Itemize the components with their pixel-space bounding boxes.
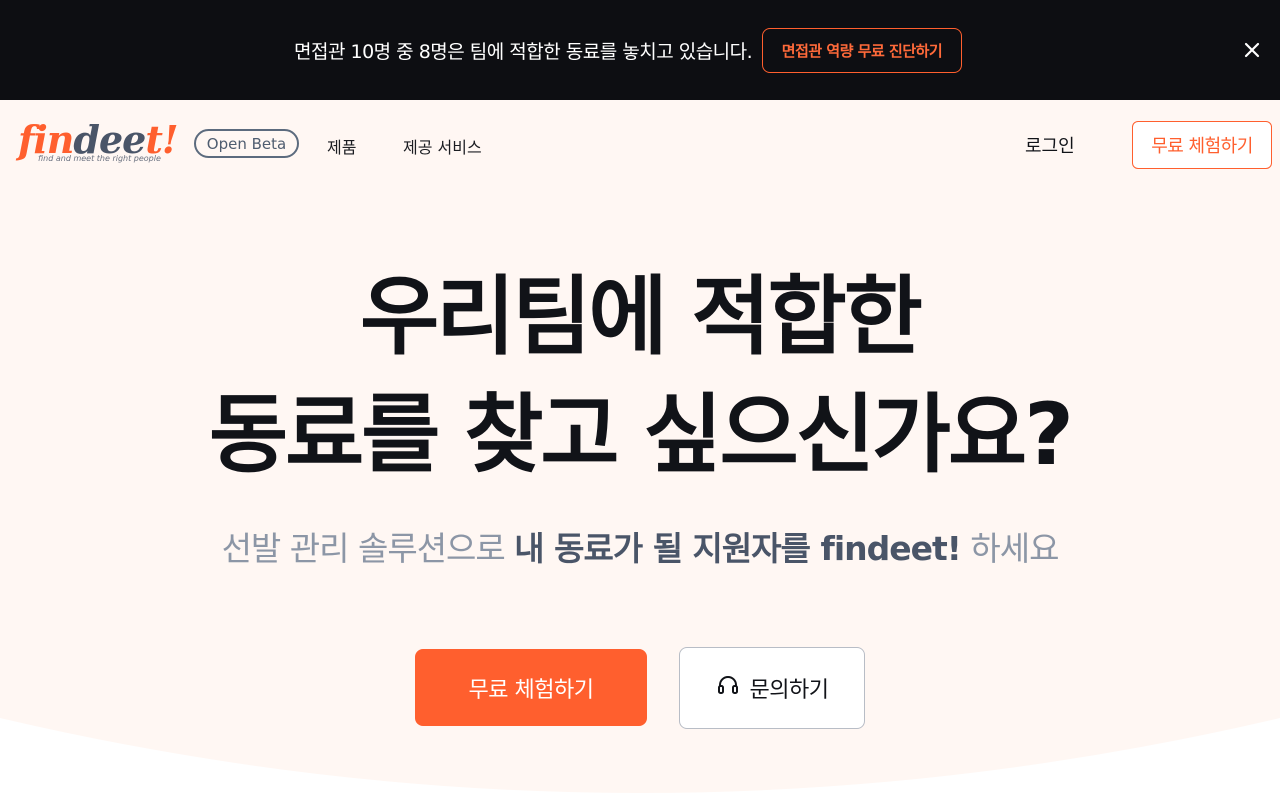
- hero-title: 우리팀에 적합한 동료를 찾고 싶으신가요?: [0, 258, 1280, 494]
- free-diagnosis-button[interactable]: 면접관 역량 무료 진단하기: [762, 28, 962, 73]
- free-trial-button[interactable]: 무료 체험하기: [415, 649, 647, 726]
- hero-title-line-1: 우리팀에 적합한: [360, 267, 923, 367]
- open-beta-badge: Open Beta: [194, 129, 299, 158]
- hero-subtitle: 선발 관리 솔루션으로 내 동료가 될 지원자를 findeet! 하세요: [0, 522, 1280, 570]
- login-link[interactable]: 로그인: [1025, 132, 1075, 158]
- hero-bottom-curve: [0, 718, 1280, 800]
- inquiry-label: 문의하기: [749, 678, 829, 703]
- hero-subtitle-pre: 선발 관리 솔루션으로: [221, 529, 515, 568]
- announcement-text: 면접관 10명 중 8명은 팀에 적합한 동료를 놓치고 있습니다.: [294, 41, 753, 63]
- announcement-bar: 면접관 10명 중 8명은 팀에 적합한 동료를 놓치고 있습니다. 면접관 역…: [0, 0, 1280, 100]
- close-icon[interactable]: [1240, 38, 1264, 62]
- nav-item-services[interactable]: 제공 서비스: [403, 134, 482, 158]
- hero-title-line-2: 동료를 찾고 싶으신가요?: [209, 385, 1074, 485]
- inquiry-button[interactable]: 문의하기: [679, 647, 865, 729]
- site-header: findeet! find and meet the right people …: [0, 100, 1280, 190]
- nav-item-product[interactable]: 제품: [327, 134, 356, 158]
- logo-tagline: find and meet the right people: [38, 154, 161, 163]
- findeet-logo[interactable]: findeet! find and meet the right people: [18, 118, 179, 166]
- header-free-trial-button[interactable]: 무료 체험하기: [1132, 121, 1272, 169]
- headset-icon: [716, 673, 740, 703]
- hero-subtitle-post: 하세요: [960, 529, 1059, 568]
- hero-subtitle-strong: 내 동료가 될 지원자를 findeet!: [514, 529, 962, 568]
